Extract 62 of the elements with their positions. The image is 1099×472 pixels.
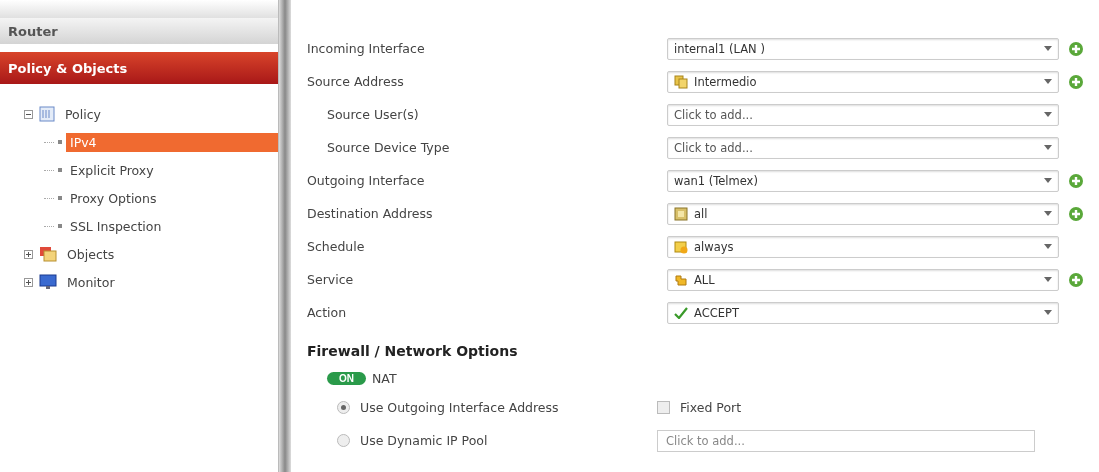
field-label: Incoming Interface	[307, 41, 426, 56]
tree-item[interactable]: Policy	[61, 104, 105, 124]
dropdown-arrow-icon	[1044, 178, 1052, 183]
dropdown[interactable]: Click to add...	[667, 136, 1059, 159]
dropdown[interactable]: ACCEPT	[667, 301, 1059, 324]
monitor-icon	[39, 274, 57, 290]
checkbox[interactable]	[657, 401, 670, 414]
radio-button[interactable]	[337, 401, 350, 414]
collapse-icon[interactable]	[24, 109, 33, 119]
toggle-switch[interactable]: ON	[327, 371, 366, 385]
radio-label: Use Outgoing Interface Address	[360, 400, 559, 415]
dropdown-arrow-icon	[1044, 46, 1052, 51]
tree-item[interactable]: Objects	[63, 244, 119, 264]
radio-label: Use Dynamic IP Pool	[360, 433, 488, 448]
splitter-bar[interactable]	[279, 0, 291, 472]
tree-item[interactable]: SSL Inspection	[66, 216, 166, 236]
tree-item[interactable]: Monitor	[63, 272, 119, 292]
dropdown[interactable]: internal1 (LAN )	[667, 37, 1059, 60]
address-icon	[674, 74, 688, 89]
address-icon	[674, 206, 688, 221]
calendar-icon	[674, 239, 688, 254]
toggle-label: NAT	[372, 370, 397, 386]
checkbox-label: Fixed Port	[680, 400, 742, 415]
dropdown[interactable]: always	[667, 235, 1059, 258]
add-icon[interactable]	[1069, 74, 1083, 89]
ip-pool-field[interactable]: Click to add...	[657, 429, 1035, 452]
add-icon[interactable]	[1069, 206, 1083, 221]
dropdown-arrow-icon	[1044, 310, 1052, 315]
field-label: Source Address	[307, 74, 405, 89]
tree-item[interactable]: Proxy Options	[66, 188, 161, 208]
check-icon	[674, 306, 688, 319]
field-label: Service	[307, 272, 355, 287]
dropdown-arrow-icon	[1044, 79, 1052, 84]
field-label: Source Device Type	[326, 140, 451, 155]
field-label: Action	[307, 305, 348, 320]
add-icon[interactable]	[1069, 173, 1083, 188]
dropdown-arrow-icon	[1044, 145, 1052, 150]
section-title: Firewall / Network Options	[307, 343, 519, 359]
dropdown-arrow-icon	[1044, 112, 1052, 117]
field-label: Outgoing Interface	[307, 173, 426, 188]
tree-item[interactable]: Explicit Proxy	[66, 160, 158, 180]
dropdown-arrow-icon	[1044, 277, 1052, 282]
field-label: Schedule	[307, 239, 366, 254]
objects-icon	[39, 246, 57, 262]
radio-button[interactable]	[337, 434, 350, 447]
dropdown[interactable]: Click to add...	[667, 103, 1059, 126]
sidebar-section[interactable]: Router	[0, 18, 278, 44]
expand-icon[interactable]	[24, 249, 33, 259]
expand-icon[interactable]	[24, 277, 33, 287]
list-icon	[39, 106, 55, 122]
dropdown-arrow-icon	[1044, 211, 1052, 216]
add-icon[interactable]	[1069, 272, 1083, 287]
dropdown[interactable]: all	[667, 202, 1059, 225]
service-icon	[674, 272, 688, 287]
sidebar-section[interactable]: Policy & Objects	[0, 52, 278, 84]
dropdown-arrow-icon	[1044, 244, 1052, 249]
field-label: Source User(s)	[326, 107, 420, 122]
dropdown[interactable]: ALL	[667, 268, 1059, 291]
field-label: Destination Address	[307, 206, 434, 221]
dropdown[interactable]: wan1 (Telmex)	[667, 169, 1059, 192]
dropdown[interactable]: Intermedio	[667, 70, 1059, 93]
add-icon[interactable]	[1069, 41, 1083, 56]
